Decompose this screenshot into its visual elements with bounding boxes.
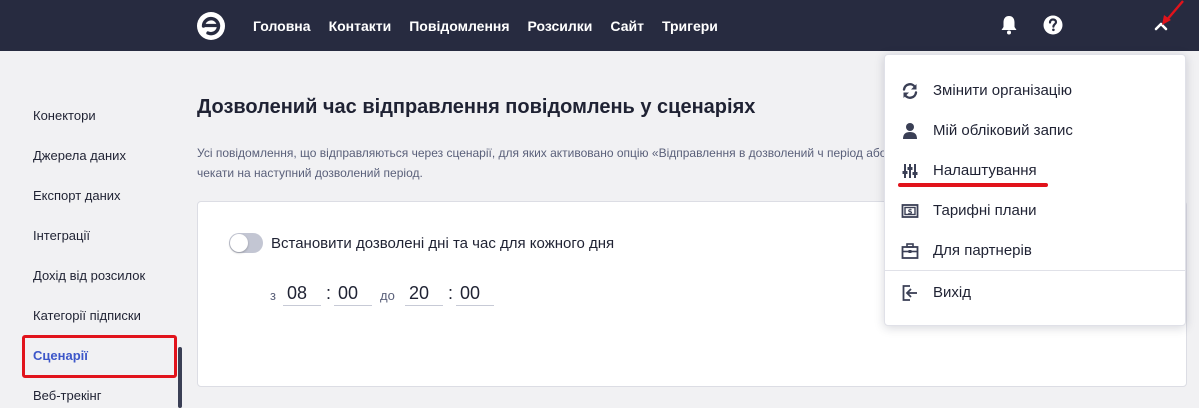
sidebar-item-subscription-categories[interactable]: Категорії підписки bbox=[33, 308, 141, 323]
sidebar-item-web-tracking[interactable]: Веб-трекінг bbox=[33, 388, 101, 403]
logout-icon bbox=[902, 285, 917, 301]
page-title: Дозволений час відправлення повідомлень … bbox=[197, 96, 756, 118]
to-minutes-input[interactable] bbox=[456, 282, 494, 306]
menu-item-label: Для партнерів bbox=[933, 242, 1032, 259]
annotation-underline bbox=[898, 183, 1048, 187]
to-separator: : bbox=[448, 283, 454, 303]
main-nav: Головна Контакти Повідомлення Розсилки С… bbox=[253, 0, 736, 51]
nav-item-site[interactable]: Сайт bbox=[610, 18, 644, 34]
annotation-highlight-box bbox=[22, 335, 177, 378]
menu-item-label: Вихід bbox=[933, 284, 971, 301]
toggle-knob bbox=[230, 234, 248, 252]
from-separator: : bbox=[326, 283, 332, 303]
logo-icon[interactable] bbox=[196, 11, 226, 41]
from-hours-input[interactable] bbox=[283, 282, 321, 306]
menu-item-label: Мій обліковий запис bbox=[933, 122, 1073, 139]
sidebar-item-connectors[interactable]: Конектори bbox=[33, 108, 96, 123]
sidebar-item-data-sources[interactable]: Джерела даних bbox=[33, 148, 126, 163]
toggle-label: Встановити дозволені дні та час для кожн… bbox=[271, 235, 615, 252]
nav-item-campaigns[interactable]: Розсилки bbox=[528, 18, 593, 34]
sidebar-item-integrations[interactable]: Інтеграції bbox=[33, 228, 90, 243]
menu-item-partners[interactable]: Для партнерів bbox=[885, 231, 1185, 271]
menu-item-my-account[interactable]: Мій обліковий запис bbox=[885, 111, 1185, 151]
allowed-time-toggle[interactable] bbox=[229, 233, 263, 253]
nav-item-home[interactable]: Головна bbox=[253, 18, 311, 34]
account-dropdown-menu: Змінити організацію Мій обліковий запис … bbox=[884, 54, 1186, 326]
menu-item-label: Налаштування bbox=[933, 162, 1037, 179]
nav-item-triggers[interactable]: Тригери bbox=[662, 18, 718, 34]
sliders-icon bbox=[902, 164, 918, 178]
sidebar-item-revenue[interactable]: Дохід від розсилок bbox=[33, 268, 145, 283]
top-navigation-bar: Головна Контакти Повідомлення Розсилки С… bbox=[0, 0, 1199, 51]
to-hours-input[interactable] bbox=[405, 282, 443, 306]
sidebar-scrollbar[interactable] bbox=[178, 347, 182, 408]
from-minutes-input[interactable] bbox=[334, 282, 372, 306]
user-icon bbox=[903, 123, 917, 139]
money-icon: $ bbox=[901, 204, 919, 218]
menu-item-label: Змінити організацію bbox=[933, 82, 1072, 99]
nav-item-contacts[interactable]: Контакти bbox=[329, 18, 392, 34]
refresh-icon bbox=[902, 83, 918, 99]
menu-item-pricing-plans[interactable]: $ Тарифні плани bbox=[885, 191, 1185, 231]
svg-text:$: $ bbox=[908, 208, 913, 216]
annotation-arrow-icon bbox=[1162, 0, 1184, 25]
sidebar-item-data-export[interactable]: Експорт даних bbox=[33, 188, 121, 203]
nav-item-messages[interactable]: Повідомлення bbox=[409, 18, 509, 34]
menu-item-logout[interactable]: Вихід bbox=[885, 273, 1185, 313]
menu-divider bbox=[885, 270, 1185, 271]
from-label: з bbox=[270, 288, 276, 303]
bell-icon[interactable] bbox=[998, 14, 1020, 36]
page-description: Усі повідомлення, що відправляються чере… bbox=[197, 146, 887, 180]
menu-item-change-organization[interactable]: Змінити організацію bbox=[885, 71, 1185, 111]
help-icon[interactable] bbox=[1042, 14, 1064, 36]
to-label: до bbox=[380, 288, 395, 303]
briefcase-icon bbox=[901, 243, 919, 259]
menu-item-label: Тарифні плани bbox=[933, 202, 1037, 219]
